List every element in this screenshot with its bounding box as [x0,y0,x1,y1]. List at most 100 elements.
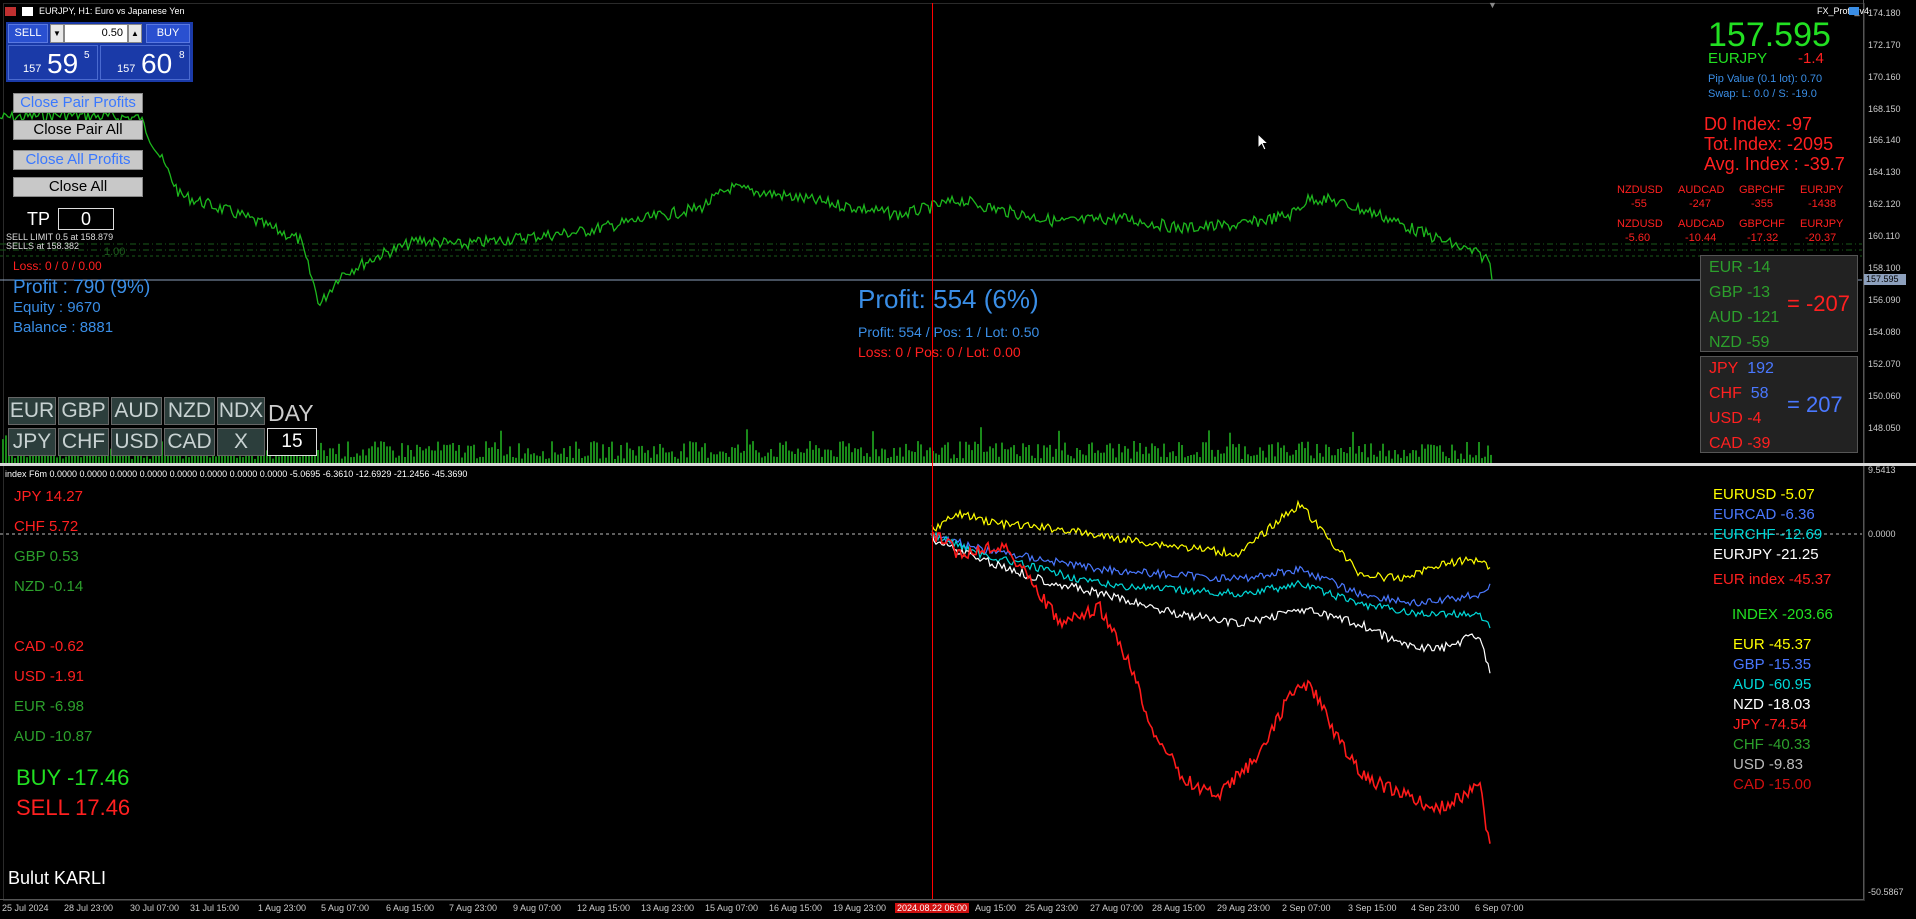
tp-input[interactable]: 0 [58,208,114,230]
pair-grid-name: NZDUSD [1617,184,1663,196]
time-axis-line [0,899,1864,900]
trading-terminal: { "title": "EURJPY, H1: Euro vs Japanese… [0,0,1916,919]
chart-shift-icon[interactable]: ▼ [1488,0,1497,10]
d0-index: D0 Index: -97 [1704,114,1813,134]
currency-button-gbp[interactable]: GBP [58,397,109,425]
price-tick: 160.110 [1868,231,1900,241]
time-tick: 16 Aug 15:00 [769,903,823,913]
price-tick: 152.070 [1868,359,1901,369]
currency-button-x[interactable]: X [217,428,265,456]
currency-button-eur[interactable]: EUR [8,397,56,425]
indicator-name: FX_Profit_v4 [1817,6,1870,16]
time-tick: 25 Jul 2024 [2,903,49,913]
lot-size-input[interactable]: 0.50 [64,24,128,43]
chart-type-icon [21,7,33,17]
lower-left-item: CHF 5.72 [14,518,79,535]
panel-b-item: CHF 58 [1709,385,1769,403]
price-tick: 150.060 [1868,391,1901,401]
sell-price-button[interactable]: 157 59 5 [8,45,98,80]
time-tick: 25 Aug 23:00 [1025,903,1079,913]
lower-left-item: EUR -6.98 [14,698,85,715]
currency-button-ndx[interactable]: NDX [217,397,265,425]
buy-price-button[interactable]: 157 60 8 [100,45,190,80]
currency-button-usd[interactable]: USD [111,428,162,456]
buy-price-prefix: 157 [117,63,136,75]
time-tick: 19 Aug 23:00 [833,903,887,913]
currency-legend-item: JPY -74.54 [1733,716,1807,733]
sell-strength: SELL 17.46 [16,795,131,820]
currency-button-jpy[interactable]: JPY [8,428,56,456]
close-all-button[interactable]: Close All [13,177,143,197]
currency-button-chf[interactable]: CHF [58,428,109,456]
pair-grid-value: -1438 [1808,198,1837,210]
buy-button[interactable]: BUY [146,24,190,43]
panel-b-item: USD -4 [1709,410,1762,427]
panel-b-value: 192 [1747,360,1774,377]
price-tick: 156.090 [1868,295,1901,305]
day-input[interactable]: 15 [267,428,317,456]
pair-grid-value: -247 [1689,198,1712,210]
pair-legend-item: EURUSD -5.07 [1713,486,1815,503]
indicator-hat-icon [1849,7,1859,15]
panel-a-item: AUD -121 [1709,309,1780,326]
time-tick: Aug 15:00 [975,903,1017,913]
currency-button-cad[interactable]: CAD [164,428,215,456]
pair-legend-item: EURCHF -12.69 [1713,526,1823,543]
balance-label: Balance : 8881 [13,319,114,336]
pair-legend-item: EURCAD -6.36 [1713,506,1815,523]
lower-axis-bottom: -50.5867 [1868,887,1904,897]
symbol-change: -1.4 [1798,50,1824,67]
panel-b-currency: JPY [1709,360,1739,377]
loss-summary: Loss: 0 / 0 / 0.00 [13,259,102,273]
pair-profit-big: Profit: 554 (6%) [858,284,1039,314]
price-tick: 162.120 [1868,199,1901,209]
currency-legend-item: GBP -15.35 [1733,656,1812,673]
indicator-header: index F6m 0.0000 0.0000 0.0000 0.0000 0.… [5,469,468,479]
panel-a-total: = -207 [1787,291,1850,316]
currency-button-nzd[interactable]: NZD [164,397,215,425]
pair-grid-name: GBPCHF [1739,184,1785,196]
lot-increase-button[interactable]: ▲ [128,24,142,43]
lower-left-item: NZD -0.14 [14,578,84,595]
pair-grid-value: -20.37 [1805,232,1837,244]
lower-axis-top: 9.5413 [1868,465,1896,475]
close-pair-profits-button[interactable]: Close Pair Profits [13,93,143,113]
pair-profit-line: Profit: 554 / Pos: 1 / Lot: 0.50 [858,324,1040,340]
time-tick: 9 Aug 07:00 [513,903,562,913]
price-tick: 164.130 [1868,167,1901,177]
time-tick: 6 Aug 15:00 [386,903,435,913]
panel-b-value: 58 [1750,385,1769,402]
close-pair-all-button[interactable]: Close Pair All [13,120,143,140]
sell-price-sup: 5 [84,50,90,61]
time-tick: 2 Sep 07:00 [1282,903,1331,913]
buy-price-big: 60 [141,48,173,79]
total-index: Tot.Index: -2095 [1704,134,1834,154]
price-tick: 172.170 [1868,40,1901,50]
lot-decrease-button[interactable]: ▼ [50,24,64,43]
pip-value: Pip Value (0.1 lot): 0.70 [1708,73,1823,85]
buy-price-sup: 8 [179,50,185,61]
sell-button[interactable]: SELL [8,24,48,43]
time-tick: 5 Aug 07:00 [321,903,370,913]
crosshair-vertical-line[interactable] [932,3,933,899]
close-all-profits-button[interactable]: Close All Profits [13,150,143,170]
panel-a-item: EUR -14 [1709,259,1771,276]
time-tick: 12 Aug 15:00 [577,903,631,913]
lower-left-item: AUD -10.87 [14,728,93,745]
time-tick: 29 Aug 23:00 [1217,903,1271,913]
price-tick: 166.140 [1868,135,1901,145]
currency-legend-item: AUD -60.95 [1733,676,1812,693]
panel-a-item: GBP -13 [1709,284,1771,301]
pair-grid-name: AUDCAD [1678,218,1725,230]
panel-b-item: JPY 192 [1709,360,1774,378]
pair-grid-value: -5.60 [1625,232,1651,244]
currency-legend-item: CAD -15.00 [1733,776,1812,793]
panel-b-total: = 207 [1787,392,1843,417]
chart-title: EURJPY, H1: Euro vs Japanese Yen [39,6,185,16]
buy-strength: BUY -17.46 [16,765,130,790]
price-tick: 174.180 [1868,8,1901,18]
profit-summary: Profit : 790 (9%) [13,277,151,298]
currency-button-aud[interactable]: AUD [111,397,162,425]
price-tick: 168.150 [1868,104,1901,114]
lower-left-item: JPY 14.27 [14,488,83,505]
